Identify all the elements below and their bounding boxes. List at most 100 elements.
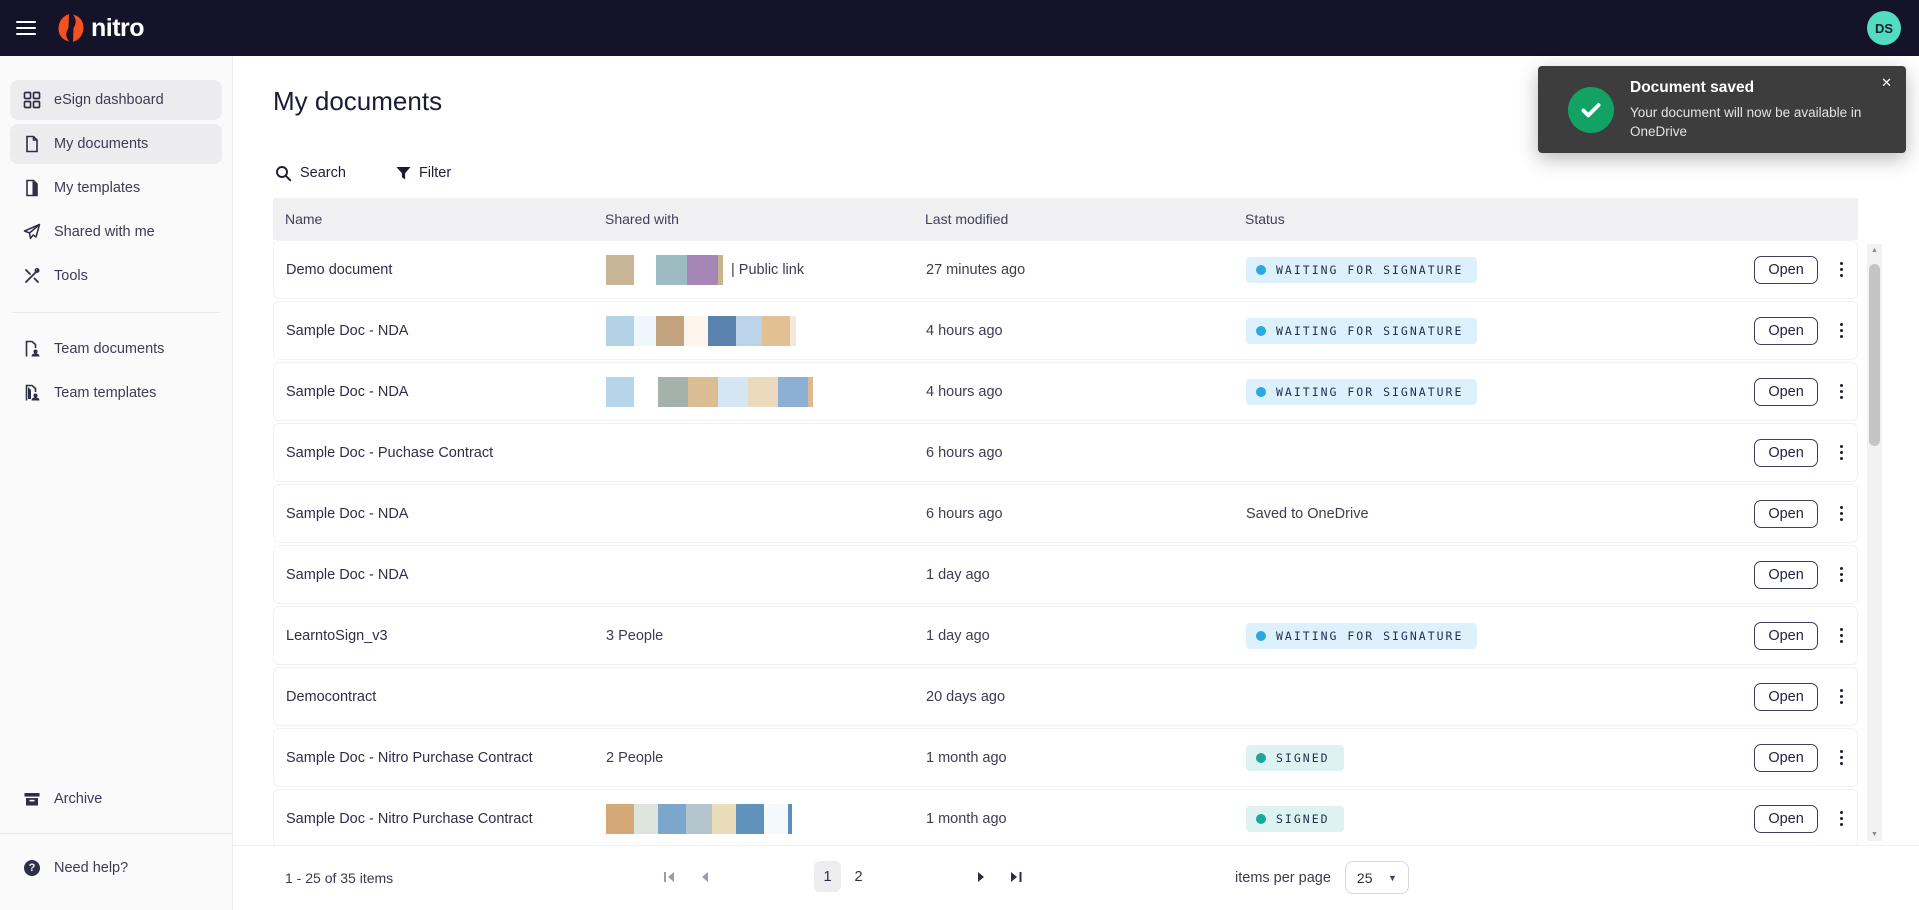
sidebar-item-esign-dashboard[interactable]: eSign dashboard bbox=[10, 80, 222, 120]
next-page-button[interactable] bbox=[972, 865, 991, 889]
kebab-dot bbox=[1839, 334, 1843, 338]
kebab-dot bbox=[1839, 761, 1843, 765]
scrollbar-thumb[interactable] bbox=[1869, 264, 1880, 446]
row-menu-button[interactable] bbox=[1834, 807, 1849, 830]
column-header-last-modified: Last modified bbox=[925, 211, 1009, 227]
row-actions: Open bbox=[1707, 316, 1857, 345]
brand-text: nitro bbox=[91, 13, 145, 42]
row-menu-button[interactable] bbox=[1834, 624, 1849, 647]
avatar-strip bbox=[606, 315, 796, 346]
page-number-2[interactable]: 2 bbox=[845, 861, 872, 892]
nitro-logo[interactable]: nitro bbox=[58, 13, 145, 43]
dashboard-icon bbox=[23, 91, 41, 109]
status-label: WAITING FOR SIGNATURE bbox=[1276, 628, 1464, 643]
row-menu-button[interactable] bbox=[1834, 685, 1849, 708]
row-menu-button[interactable] bbox=[1834, 380, 1849, 403]
sidebar-item-archive[interactable]: Archive bbox=[10, 779, 222, 819]
last-page-button[interactable] bbox=[1005, 865, 1028, 889]
table-row[interactable]: Sample Doc - NDA 4 hours ago WAITING FOR S… bbox=[273, 362, 1858, 421]
row-actions: Open bbox=[1707, 560, 1857, 589]
avatar bbox=[712, 803, 736, 834]
avatar bbox=[736, 315, 762, 346]
kebab-dot bbox=[1839, 450, 1843, 455]
open-button[interactable]: Open bbox=[1754, 377, 1818, 406]
hamburger-menu-icon[interactable] bbox=[16, 21, 36, 35]
kebab-dot bbox=[1839, 639, 1843, 643]
avatar bbox=[718, 254, 723, 285]
row-menu-button[interactable] bbox=[1834, 441, 1849, 464]
page-size-select[interactable]: 25 ▼ bbox=[1344, 861, 1409, 894]
kebab-dot bbox=[1839, 323, 1843, 327]
scroll-up-icon[interactable]: ▲ bbox=[1871, 244, 1878, 257]
avatar bbox=[606, 315, 634, 346]
filter-button[interactable]: Filter bbox=[396, 165, 451, 181]
items-per-page-label: items per page bbox=[1235, 869, 1331, 886]
kebab-dot bbox=[1839, 578, 1843, 582]
row-menu-button[interactable] bbox=[1834, 502, 1849, 525]
avatar bbox=[686, 803, 712, 834]
open-button[interactable]: Open bbox=[1754, 743, 1818, 772]
last-modified: 6 hours ago bbox=[926, 444, 1003, 461]
table-row[interactable]: Sample Doc - NDA 4 hours ago WAITING FOR S… bbox=[273, 301, 1858, 360]
avatar bbox=[634, 315, 656, 346]
table-row[interactable]: Demo document | Public link 27 minutes ago… bbox=[273, 240, 1858, 299]
status-badge: WAITING FOR SIGNATURE bbox=[1246, 378, 1478, 405]
open-button[interactable]: Open bbox=[1754, 682, 1818, 711]
open-button[interactable]: Open bbox=[1754, 499, 1818, 528]
page-number-1[interactable]: 1 bbox=[814, 861, 841, 892]
table-row[interactable]: Democontract 20 days ago Open bbox=[273, 667, 1858, 726]
kebab-dot bbox=[1839, 445, 1843, 449]
table-scrollbar[interactable]: ▲ ▼ bbox=[1867, 244, 1882, 841]
document-name: Democontract bbox=[286, 688, 377, 705]
tools-icon bbox=[23, 267, 41, 285]
table-row[interactable]: Sample Doc - Nitro Purchase Contract 1 mo… bbox=[273, 789, 1858, 845]
sidebar-item-shared-with-me[interactable]: Shared with me bbox=[10, 212, 222, 252]
search-button[interactable]: Search bbox=[275, 165, 346, 182]
last-modified: 4 hours ago bbox=[926, 383, 1003, 400]
table-row[interactable]: Sample Doc - Puchase Contract 6 hours ago… bbox=[273, 423, 1858, 482]
user-avatar[interactable]: DS bbox=[1867, 11, 1901, 45]
column-header-name: Name bbox=[285, 211, 323, 227]
status-label: SIGNED bbox=[1276, 811, 1330, 826]
previous-page-button[interactable] bbox=[695, 865, 714, 889]
open-button[interactable]: Open bbox=[1754, 438, 1818, 467]
avatar bbox=[658, 376, 688, 407]
status-label: WAITING FOR SIGNATURE bbox=[1276, 323, 1464, 338]
kebab-dot bbox=[1839, 750, 1843, 754]
open-button[interactable]: Open bbox=[1754, 804, 1818, 833]
sidebar-item-team-documents[interactable]: Team documents bbox=[10, 329, 222, 369]
document-name: Demo document bbox=[286, 261, 393, 278]
sidebar-item-tools[interactable]: Tools bbox=[10, 256, 222, 296]
sidebar-item-my-templates[interactable]: My templates bbox=[10, 168, 222, 208]
table-row[interactable]: LearntoSign_v3 3 People 1 day ago WAITING F… bbox=[273, 606, 1858, 665]
sidebar-item-my-documents[interactable]: My documents bbox=[10, 124, 222, 164]
items-range-label: 1 - 25 of 35 items bbox=[285, 870, 394, 886]
avatar bbox=[606, 376, 634, 407]
table-row[interactable]: Sample Doc - NDA 6 hours ago Saved to OneD… bbox=[273, 484, 1858, 543]
table-row[interactable]: Sample Doc - NDA 1 day ago Open bbox=[273, 545, 1858, 604]
open-button[interactable]: Open bbox=[1754, 560, 1818, 589]
row-menu-button[interactable] bbox=[1834, 319, 1849, 342]
avatar bbox=[708, 315, 736, 346]
open-button[interactable]: Open bbox=[1754, 255, 1818, 284]
table-row[interactable]: Sample Doc - Nitro Purchase Contract 2 Pe… bbox=[273, 728, 1858, 787]
page-size-value: 25 bbox=[1356, 869, 1373, 886]
sidebar-item-team-templates[interactable]: Team templates bbox=[10, 373, 222, 413]
sidebar-item-label: Team documents bbox=[54, 341, 165, 357]
open-button[interactable]: Open bbox=[1754, 621, 1818, 650]
scroll-down-icon[interactable]: ▼ bbox=[1871, 828, 1878, 841]
row-menu-button[interactable] bbox=[1834, 563, 1849, 586]
row-menu-button[interactable] bbox=[1834, 258, 1849, 281]
close-icon[interactable]: ✕ bbox=[1881, 75, 1892, 91]
row-menu-button[interactable] bbox=[1834, 746, 1849, 769]
sidebar-item-need-help[interactable]: ? Need help? bbox=[10, 848, 222, 888]
open-button[interactable]: Open bbox=[1754, 316, 1818, 345]
sidebar-item-label: My templates bbox=[54, 180, 141, 196]
app-window: nitro DS eSign dashboard My documents My… bbox=[0, 0, 1919, 910]
first-page-button[interactable] bbox=[658, 865, 681, 889]
sidebar: eSign dashboard My documents My template… bbox=[0, 56, 233, 910]
main-content: My documents Search Filter Name Shared w… bbox=[233, 56, 1919, 910]
search-icon bbox=[275, 165, 292, 182]
last-modified: 6 hours ago bbox=[926, 505, 1003, 522]
column-header-status: Status bbox=[1245, 211, 1285, 227]
